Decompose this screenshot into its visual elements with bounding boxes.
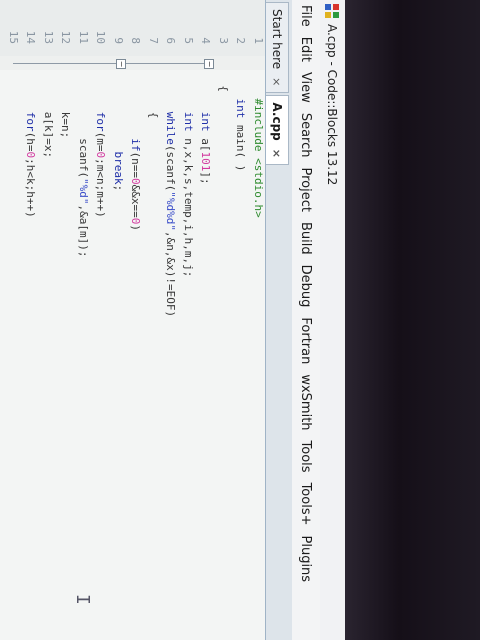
menu-edit[interactable]: Edit bbox=[299, 32, 314, 67]
codeblocks-icon bbox=[325, 4, 340, 18]
window-title: A.cpp - Code::Blocks 13.12 bbox=[325, 24, 340, 186]
code-editor[interactable]: − − 1 #include <stdio.h> 2 int main( ) 3 {… bbox=[0, 0, 265, 640]
menu-debug[interactable]: Debug bbox=[299, 260, 314, 313]
menu-plugins[interactable]: Plugins bbox=[299, 531, 314, 588]
menu-bar: File Edit View Search Project Build Debu… bbox=[291, 0, 320, 640]
tab-a-cpp[interactable]: A.cpp × bbox=[266, 95, 289, 165]
close-icon[interactable]: × bbox=[271, 77, 284, 86]
menu-wxsmith[interactable]: wxSmith bbox=[299, 369, 314, 435]
menu-fortran[interactable]: Fortran bbox=[299, 312, 314, 369]
tab-start-here[interactable]: Start here × bbox=[266, 2, 289, 94]
menu-view[interactable]: View bbox=[299, 67, 314, 108]
codeblocks-window: A.cpp - Code::Blocks 13.12 File Edit Vie… bbox=[0, 0, 345, 640]
menu-file[interactable]: File bbox=[299, 0, 314, 32]
close-icon[interactable]: × bbox=[271, 149, 284, 158]
menu-tools-plus[interactable]: Tools+ bbox=[299, 478, 314, 531]
editor-tab-strip: Start here × A.cpp × bbox=[265, 0, 292, 640]
tab-label: Start here bbox=[270, 9, 284, 70]
menu-search[interactable]: Search bbox=[299, 108, 314, 163]
code-line[interactable]: 15 bbox=[2, 0, 24, 640]
monitor-bezel bbox=[345, 0, 480, 640]
title-bar: A.cpp - Code::Blocks 13.12 bbox=[319, 0, 345, 640]
menu-project[interactable]: Project bbox=[299, 162, 314, 216]
menu-build[interactable]: Build bbox=[299, 217, 314, 260]
text-cursor-icon: I bbox=[72, 594, 93, 605]
menu-tools[interactable]: Tools bbox=[299, 436, 314, 478]
tab-label: A.cpp bbox=[270, 102, 284, 141]
line-number: 15 bbox=[7, 30, 20, 44]
